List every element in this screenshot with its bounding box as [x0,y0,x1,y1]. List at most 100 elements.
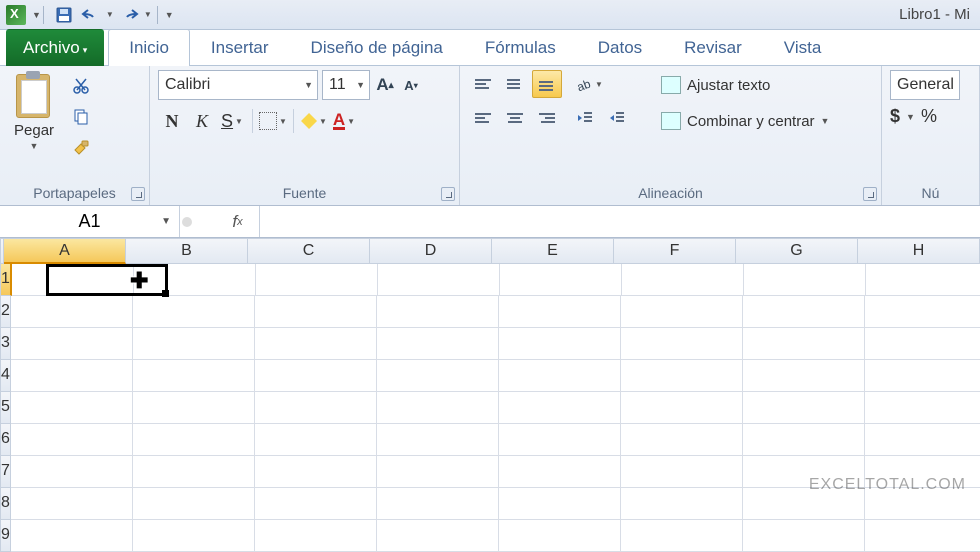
cell-D4[interactable] [377,360,499,392]
italic-button[interactable]: K [188,106,216,136]
cell-C9[interactable] [255,520,377,552]
align-bottom-button[interactable] [532,70,562,98]
cell-G9[interactable] [743,520,865,552]
row-header-4[interactable]: 4 [0,360,11,392]
cell-E4[interactable] [499,360,621,392]
cell-F2[interactable] [621,296,743,328]
cell-H5[interactable] [865,392,980,424]
cell-A6[interactable] [11,424,133,456]
increase-indent-button[interactable] [602,104,632,132]
cell-F4[interactable] [621,360,743,392]
cell-A2[interactable] [11,296,133,328]
cell-C5[interactable] [255,392,377,424]
row-header-6[interactable]: 6 [0,424,11,456]
merge-center-button[interactable]: Combinar y centrar ▼ [653,106,837,136]
cell-F7[interactable] [621,456,743,488]
cell-B1[interactable] [134,264,256,296]
cell-B2[interactable] [133,296,255,328]
cell-C7[interactable] [255,456,377,488]
cut-button[interactable] [68,74,94,98]
qat-customize-dropdown[interactable]: ▼ [165,10,174,20]
cell-D7[interactable] [377,456,499,488]
cell-D1[interactable] [378,264,500,296]
cell-A9[interactable] [11,520,133,552]
cell-D8[interactable] [377,488,499,520]
tab-archivo[interactable]: Archivo▾ [6,29,104,66]
cell-B5[interactable] [133,392,255,424]
col-header-D[interactable]: D [370,238,492,264]
cell-C2[interactable] [255,296,377,328]
cell-C4[interactable] [255,360,377,392]
cell-G6[interactable] [743,424,865,456]
alignment-dialog-launcher[interactable] [863,187,877,201]
cell-E9[interactable] [499,520,621,552]
cell-A4[interactable] [11,360,133,392]
align-top-button[interactable] [468,70,498,98]
cell-G5[interactable] [743,392,865,424]
row-header-9[interactable]: 9 [0,520,11,552]
tab-revisar[interactable]: Revisar [663,29,763,66]
name-box[interactable]: A1▼ [0,206,180,237]
underline-button[interactable]: S▼ [218,106,246,136]
col-header-H[interactable]: H [858,238,980,264]
cell-B8[interactable] [133,488,255,520]
cell-B4[interactable] [133,360,255,392]
cell-E5[interactable] [499,392,621,424]
percent-button[interactable]: % [921,106,937,127]
cell-F6[interactable] [621,424,743,456]
col-header-G[interactable]: G [736,238,858,264]
clipboard-dialog-launcher[interactable] [131,187,145,201]
cell-D9[interactable] [377,520,499,552]
cell-A8[interactable] [11,488,133,520]
copy-button[interactable] [68,104,94,128]
align-right-button[interactable] [532,104,562,132]
format-painter-button[interactable] [68,134,94,158]
tab-vista[interactable]: Vista [763,29,843,66]
cell-A7[interactable] [11,456,133,488]
number-format-combo[interactable]: General [890,70,960,100]
cell-E3[interactable] [499,328,621,360]
row-header-5[interactable]: 5 [0,392,11,424]
tab-insertar[interactable]: Insertar [190,29,290,66]
align-center-button[interactable] [500,104,530,132]
orientation-button[interactable]: ab▼ [570,70,608,98]
insert-function-button[interactable]: fx [216,206,260,237]
row-header-7[interactable]: 7 [0,456,11,488]
cancel-formula-button[interactable] [180,206,216,237]
font-size-combo[interactable]: 11▼ [322,70,370,100]
col-header-B[interactable]: B [126,238,248,264]
formula-input[interactable] [260,206,980,237]
col-header-A[interactable]: A [4,238,126,264]
cell-E6[interactable] [499,424,621,456]
increase-font-button[interactable]: A▴ [374,73,396,97]
row-header-2[interactable]: 2 [0,296,11,328]
cell-C6[interactable] [255,424,377,456]
cell-F9[interactable] [621,520,743,552]
cell-A3[interactable] [11,328,133,360]
redo-button[interactable] [117,4,141,26]
row-header-1[interactable]: 1 [0,264,12,296]
cell-C3[interactable] [255,328,377,360]
cell-H6[interactable] [865,424,980,456]
tab-datos[interactable]: Datos [577,29,663,66]
col-header-F[interactable]: F [614,238,736,264]
undo-dropdown[interactable]: ▼ [106,10,114,19]
cell-B7[interactable] [133,456,255,488]
row-header-8[interactable]: 8 [0,488,11,520]
save-button[interactable] [52,4,76,26]
cell-H4[interactable] [865,360,980,392]
cell-C8[interactable] [255,488,377,520]
cell-B3[interactable] [133,328,255,360]
currency-button[interactable]: $ [890,106,900,127]
cell-E7[interactable] [499,456,621,488]
tab-diseno-de-pagina[interactable]: Diseño de página [290,29,464,66]
cell-E8[interactable] [499,488,621,520]
cell-D3[interactable] [377,328,499,360]
cell-H9[interactable] [865,520,980,552]
cell-H1[interactable] [866,264,980,296]
row-header-3[interactable]: 3 [0,328,11,360]
decrease-font-button[interactable]: A▾ [400,73,422,97]
font-dialog-launcher[interactable] [441,187,455,201]
align-middle-button[interactable] [500,70,530,98]
col-header-E[interactable]: E [492,238,614,264]
